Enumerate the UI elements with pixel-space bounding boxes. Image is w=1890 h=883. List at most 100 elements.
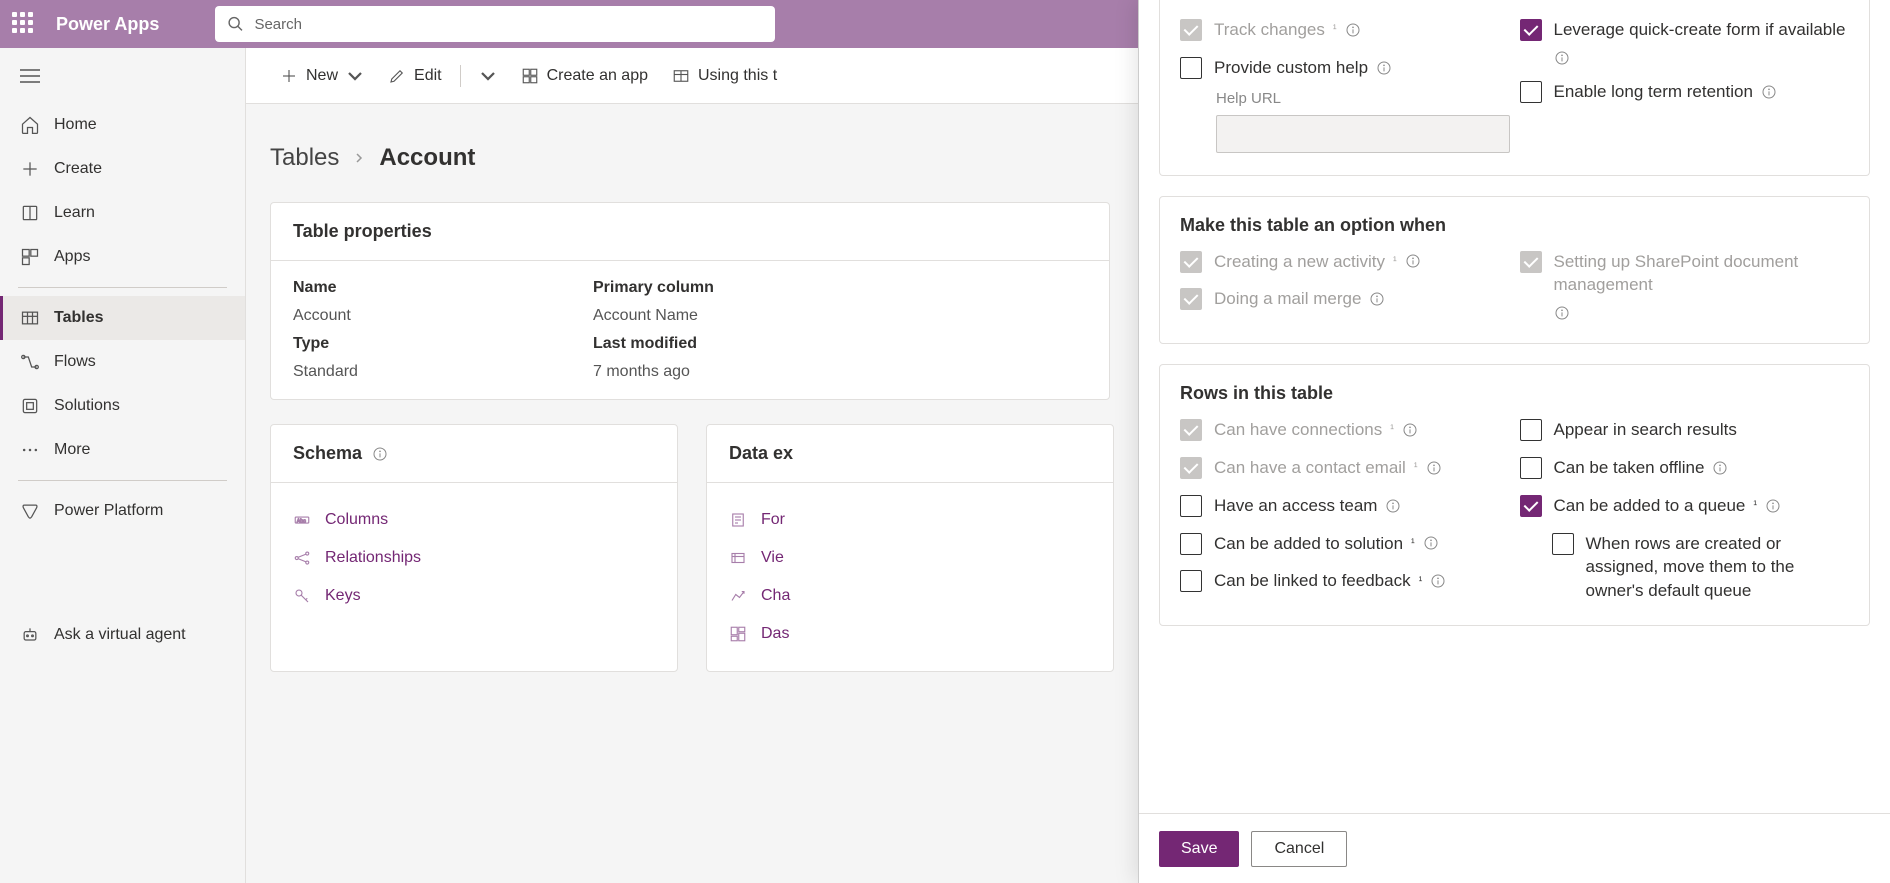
info-icon[interactable] (1402, 422, 1418, 438)
prop-modified-value: 7 months ago (593, 363, 893, 381)
apps-icon (20, 247, 40, 267)
checkbox-move-to-owner-queue[interactable] (1552, 533, 1574, 555)
info-icon[interactable] (1554, 305, 1570, 321)
checkbox-long-term-retention[interactable] (1520, 81, 1542, 103)
cancel-button[interactable]: Cancel (1251, 831, 1347, 867)
link-relationships[interactable]: Relationships (293, 539, 655, 577)
left-nav: Home Create Learn Apps Tables Flows Solu… (0, 48, 246, 883)
opt-taken-offline: Can be taken offline (1520, 456, 1850, 480)
table-icon (20, 308, 40, 328)
forms-icon (729, 511, 747, 529)
cmd-edit[interactable]: Edit (378, 61, 452, 91)
info-icon[interactable] (1376, 60, 1392, 76)
checkbox-sharepoint (1520, 251, 1542, 273)
section2-title: Make this table an option when (1180, 215, 1849, 236)
keys-icon (293, 587, 311, 605)
checkbox-leverage-quick-create[interactable] (1520, 19, 1542, 41)
breadcrumb-tables[interactable]: Tables (270, 144, 339, 172)
link-views[interactable]: Vie (729, 539, 1091, 577)
checkbox-search-results[interactable] (1520, 419, 1542, 441)
info-icon[interactable] (1554, 50, 1570, 66)
info-icon[interactable] (1423, 535, 1439, 551)
plus-icon (20, 159, 40, 179)
info-icon[interactable] (1761, 84, 1777, 100)
divider (460, 65, 461, 87)
opt-move-to-owner-queue: When rows are created or assigned, move … (1552, 532, 1850, 603)
prop-primary-value: Account Name (593, 307, 893, 325)
info-icon[interactable] (1385, 498, 1401, 514)
properties-panel: Track changes ¹ Provide custom help Help… (1138, 0, 1890, 883)
link-dashboards[interactable]: Das (729, 615, 1091, 653)
search-box[interactable] (215, 6, 775, 42)
nav-collapse-button[interactable] (0, 60, 245, 103)
cmd-new[interactable]: New (270, 61, 374, 91)
checkbox-access-team[interactable] (1180, 495, 1202, 517)
info-icon[interactable] (372, 446, 388, 462)
panel-section-3: Rows in this table Can have connections … (1159, 364, 1870, 626)
opt-added-to-solution: Can be added to solution ¹ (1180, 532, 1510, 556)
card-title: Table properties (271, 203, 1109, 261)
cmd-edit-dropdown[interactable] (469, 61, 507, 91)
opt-mail-merge: Doing a mail merge (1180, 287, 1510, 311)
info-icon[interactable] (1345, 22, 1361, 38)
cmd-using-this-table[interactable]: Using this t (662, 61, 787, 91)
nav-apps[interactable]: Apps (0, 235, 245, 279)
data-card: Data ex For Vie Cha Das (706, 424, 1114, 672)
nav-home[interactable]: Home (0, 103, 245, 147)
checkbox-connections (1180, 419, 1202, 441)
nav-solutions[interactable]: Solutions (0, 384, 245, 428)
checkbox-contact-email (1180, 457, 1202, 479)
checkbox-track-changes (1180, 19, 1202, 41)
flow-icon (20, 352, 40, 372)
link-columns[interactable]: Abc Columns (293, 501, 655, 539)
opt-added-to-queue: Can be added to a queue ¹ (1520, 494, 1850, 518)
checkbox-mail-merge (1180, 288, 1202, 310)
nav-create[interactable]: Create (0, 147, 245, 191)
link-charts[interactable]: Cha (729, 577, 1091, 615)
link-forms[interactable]: For (729, 501, 1091, 539)
panel-section-2: Make this table an option when Creating … (1159, 196, 1870, 345)
columns-icon: Abc (293, 511, 311, 529)
checkbox-provide-help[interactable] (1180, 57, 1202, 79)
info-icon[interactable] (1430, 573, 1446, 589)
panel-section-1: Track changes ¹ Provide custom help Help… (1159, 0, 1870, 176)
dashboards-icon (729, 625, 747, 643)
opt-provide-help: Provide custom help (1180, 56, 1510, 80)
opt-long-term-retention: Enable long term retention (1520, 80, 1850, 104)
bot-icon (20, 625, 40, 645)
help-url-input (1216, 115, 1510, 153)
info-icon[interactable] (1765, 498, 1781, 514)
table-icon (672, 67, 690, 85)
app-title: Power Apps (56, 14, 159, 35)
nav-flows[interactable]: Flows (0, 340, 245, 384)
breadcrumb-current: Account (379, 144, 475, 172)
cmd-create-app[interactable]: Create an app (511, 61, 658, 91)
nav-power-platform[interactable]: Power Platform (0, 489, 245, 533)
checkbox-linked-feedback[interactable] (1180, 570, 1202, 592)
nav-virtual-agent[interactable]: Ask a virtual agent (0, 613, 245, 657)
nav-learn[interactable]: Learn (0, 191, 245, 235)
info-icon[interactable] (1712, 460, 1728, 476)
help-url-label: Help URL (1216, 90, 1510, 107)
opt-linked-feedback: Can be linked to feedback ¹ (1180, 569, 1510, 593)
checkbox-added-to-solution[interactable] (1180, 533, 1202, 555)
save-button[interactable]: Save (1159, 831, 1239, 867)
checkbox-taken-offline[interactable] (1520, 457, 1542, 479)
section3-title: Rows in this table (1180, 383, 1849, 404)
info-icon[interactable] (1369, 291, 1385, 307)
svg-text:Abc: Abc (297, 518, 306, 524)
search-input[interactable] (254, 16, 763, 33)
checkbox-added-to-queue[interactable] (1520, 495, 1542, 517)
app-launcher-icon[interactable] (12, 12, 36, 36)
opt-access-team: Have an access team (1180, 494, 1510, 518)
info-icon[interactable] (1405, 253, 1421, 269)
views-icon (729, 549, 747, 567)
prop-name-label: Name (293, 279, 593, 297)
relationships-icon (293, 549, 311, 567)
opt-search-results: Appear in search results (1520, 418, 1850, 442)
link-keys[interactable]: Keys (293, 577, 655, 615)
nav-more[interactable]: More (0, 428, 245, 472)
nav-tables[interactable]: Tables (0, 296, 245, 340)
edit-icon (388, 67, 406, 85)
info-icon[interactable] (1426, 460, 1442, 476)
